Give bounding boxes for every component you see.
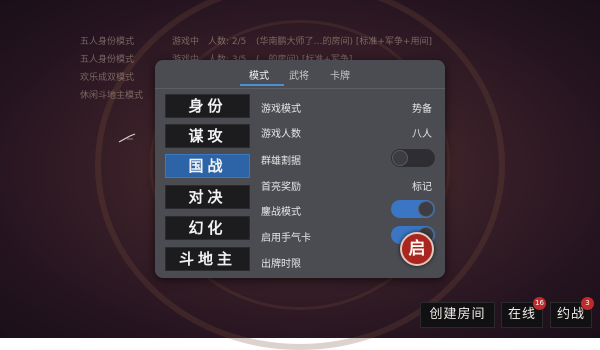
room-players: 人数: 2/5 — [208, 37, 247, 47]
warlords-toggle[interactable] — [391, 149, 435, 167]
tab-generals[interactable]: 武将 — [289, 67, 309, 82]
create-room-button[interactable]: 创建房间 — [420, 302, 495, 328]
mode-button-landlord[interactable]: 斗地主 — [165, 247, 250, 271]
tab-mode[interactable]: 模式 — [249, 67, 269, 82]
room-mode-name: 五人身份模式 — [80, 55, 135, 65]
setting-label-warlords: 群雄割据 — [261, 156, 301, 167]
mode-button-transform[interactable]: 幻化 — [165, 216, 250, 240]
tab-cards[interactable]: 卡牌 — [330, 67, 350, 82]
invite-count-badge: 3 — [581, 297, 594, 310]
setting-label-game-mode: 游戏模式 — [261, 104, 301, 115]
setting-label-luck-card: 启用手气卡 — [261, 233, 311, 244]
mode-button-duel[interactable]: 对决 — [165, 185, 250, 209]
setting-label-player-count: 游戏人数 — [261, 129, 301, 140]
toggle-knob — [418, 201, 434, 217]
spark-decoration-icon — [118, 133, 136, 143]
tab-divider — [155, 88, 445, 89]
setting-label-play-time-limit: 出牌时限 — [261, 259, 301, 270]
room-mode-name: 休闲斗地主模式 — [80, 91, 144, 101]
room-mode-name: 欢乐成双模式 — [80, 73, 135, 83]
setting-label-first-reveal-reward: 首亮奖励 — [261, 182, 301, 193]
start-button[interactable]: 启 — [400, 232, 434, 266]
setting-value-game-mode[interactable]: 势备 — [412, 100, 432, 115]
fierce-battle-toggle[interactable] — [391, 200, 435, 218]
setting-label-fierce-battle: 鏖战模式 — [261, 207, 301, 218]
room-mode-name: 五人身份模式 — [80, 37, 135, 47]
mode-button-identity[interactable]: 身份 — [165, 94, 250, 118]
room-status: 游戏中 — [172, 37, 200, 47]
setting-value-player-count[interactable]: 八人 — [412, 125, 432, 140]
mode-button-kingdoms-war[interactable]: 国战 — [165, 154, 250, 178]
online-count-badge: 16 — [533, 297, 546, 310]
setting-value-first-reveal-reward[interactable]: 标记 — [412, 178, 432, 193]
active-tab-indicator — [240, 84, 284, 86]
toggle-knob — [392, 150, 408, 166]
mode-button-strategy[interactable]: 谋攻 — [165, 124, 250, 148]
room-description: (华南鹏大师了…的房间) [标准+军争+用间] — [256, 37, 432, 47]
